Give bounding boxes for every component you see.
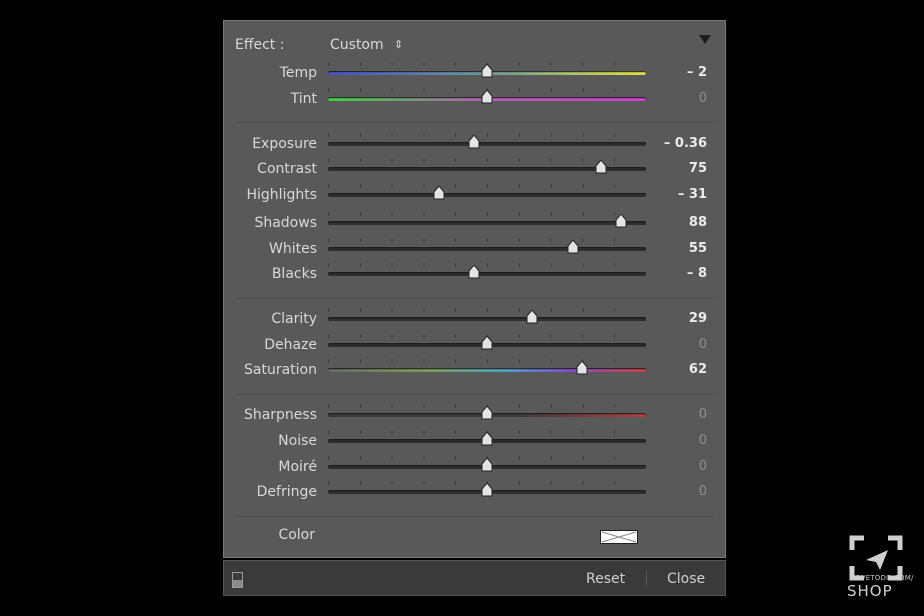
slider-value[interactable]: – 31	[678, 185, 707, 205]
slider-thumb[interactable]	[481, 90, 493, 104]
slider-thumb[interactable]	[481, 406, 493, 420]
dropdown-arrows-icon[interactable]: ⇕	[394, 37, 403, 53]
slider-ticks	[328, 238, 646, 242]
footer-divider	[646, 571, 647, 587]
slider-row-contrast: Contrast 75	[224, 158, 727, 179]
collapse-triangle-icon[interactable]	[699, 35, 711, 44]
slider-thumb[interactable]	[468, 265, 480, 279]
slider-row-exposure: Exposure – 0.36	[224, 133, 727, 154]
slider-track[interactable]	[328, 247, 646, 251]
slider-label: Noise	[278, 433, 317, 449]
slider-row-dehaze: Dehaze 0	[224, 334, 727, 355]
slider-label: Blacks	[271, 266, 317, 282]
section-divider	[236, 298, 714, 299]
slider-value[interactable]: 0	[699, 405, 707, 425]
slider-thumb[interactable]	[481, 483, 493, 497]
slider-ticks	[328, 359, 646, 363]
panel-footer: Reset Close	[223, 560, 726, 596]
slider-ticks	[328, 308, 646, 312]
slider-thumb[interactable]	[615, 214, 627, 228]
slider-label: Clarity	[271, 311, 317, 327]
watermark-site: ILOVETODO.COM/	[849, 574, 914, 582]
slider-value[interactable]: 29	[689, 309, 707, 329]
slider-value[interactable]: 88	[689, 213, 707, 233]
slider-value[interactable]: 0	[699, 89, 707, 109]
slider-track[interactable]	[328, 317, 646, 321]
slider-thumb[interactable]	[567, 240, 579, 254]
slider-thumb[interactable]	[433, 186, 445, 200]
reset-button[interactable]: Reset	[586, 571, 625, 587]
slider-value[interactable]: 75	[689, 159, 707, 179]
slider-row-sharpness: Sharpness 0	[224, 404, 727, 425]
slider-label: Contrast	[257, 161, 317, 177]
section-divider	[236, 122, 714, 123]
slider-label: Defringe	[256, 484, 317, 500]
slider-ticks	[328, 184, 646, 188]
slider-label: Exposure	[252, 136, 317, 152]
slider-value[interactable]: 0	[699, 335, 707, 355]
slider-row-whites: Whites 55	[224, 238, 727, 259]
slider-row-defringe: Defringe 0	[224, 481, 727, 502]
effect-dropdown[interactable]: Custom	[330, 37, 384, 53]
slider-thumb[interactable]	[481, 458, 493, 472]
slider-thumb[interactable]	[481, 432, 493, 446]
slider-thumb[interactable]	[526, 310, 538, 324]
color-swatch[interactable]	[600, 530, 638, 544]
slider-value[interactable]: 0	[699, 482, 707, 502]
slider-value[interactable]: – 0.36	[664, 134, 707, 154]
slider-value[interactable]: – 2	[687, 63, 707, 83]
slider-label: Tint	[290, 91, 317, 107]
slider-row-saturation: Saturation 62	[224, 359, 727, 380]
slider-value[interactable]: 62	[689, 360, 707, 380]
slider-value[interactable]: – 8	[687, 264, 707, 284]
slider-label: Saturation	[244, 362, 317, 378]
slider-thumb[interactable]	[595, 160, 607, 174]
slider-thumb[interactable]	[576, 361, 588, 375]
slider-row-highlights: Highlights – 31	[224, 184, 727, 205]
close-button[interactable]: Close	[667, 571, 705, 587]
slider-label: Dehaze	[264, 337, 317, 353]
slider-value[interactable]: 55	[689, 239, 707, 259]
slider-ticks	[328, 133, 646, 137]
slider-row-tint: Tint 0	[224, 88, 727, 109]
slider-row-clarity: Clarity 29	[224, 308, 727, 329]
slider-row-shadows: Shadows 88	[224, 212, 727, 233]
watermark-brand: SHOP	[847, 582, 893, 600]
color-label: Color	[278, 527, 315, 543]
slider-row-moir: Moiré 0	[224, 456, 727, 477]
slider-ticks	[328, 212, 646, 216]
slider-row-temp: Temp – 2	[224, 62, 727, 83]
slider-label: Sharpness	[243, 407, 317, 423]
section-divider	[236, 394, 714, 395]
slider-ticks	[328, 263, 646, 267]
slider-row-blacks: Blacks – 8	[224, 263, 727, 284]
slider-label: Highlights	[246, 187, 318, 203]
slider-value[interactable]: 0	[699, 431, 707, 451]
slider-track[interactable]	[328, 193, 646, 197]
slider-value[interactable]: 0	[699, 457, 707, 477]
slider-track[interactable]	[328, 142, 646, 146]
slider-thumb[interactable]	[468, 135, 480, 149]
slider-row-noise: Noise 0	[224, 430, 727, 451]
slider-label: Whites	[268, 241, 317, 257]
slider-label: Moiré	[278, 459, 317, 475]
slider-label: Shadows	[254, 215, 317, 231]
slider-label: Temp	[279, 65, 317, 81]
slider-track[interactable]	[328, 221, 646, 225]
effect-label: Effect :	[235, 37, 285, 53]
slider-track[interactable]	[328, 272, 646, 276]
slider-track[interactable]	[328, 368, 646, 372]
slider-thumb[interactable]	[481, 336, 493, 350]
slider-thumb[interactable]	[481, 64, 493, 78]
section-divider	[236, 516, 714, 517]
panel-toggle-icon[interactable]	[232, 572, 243, 588]
effect-panel: Effect : Custom ⇕ Temp – 2 Tint 0 Exposure – …	[223, 20, 726, 558]
